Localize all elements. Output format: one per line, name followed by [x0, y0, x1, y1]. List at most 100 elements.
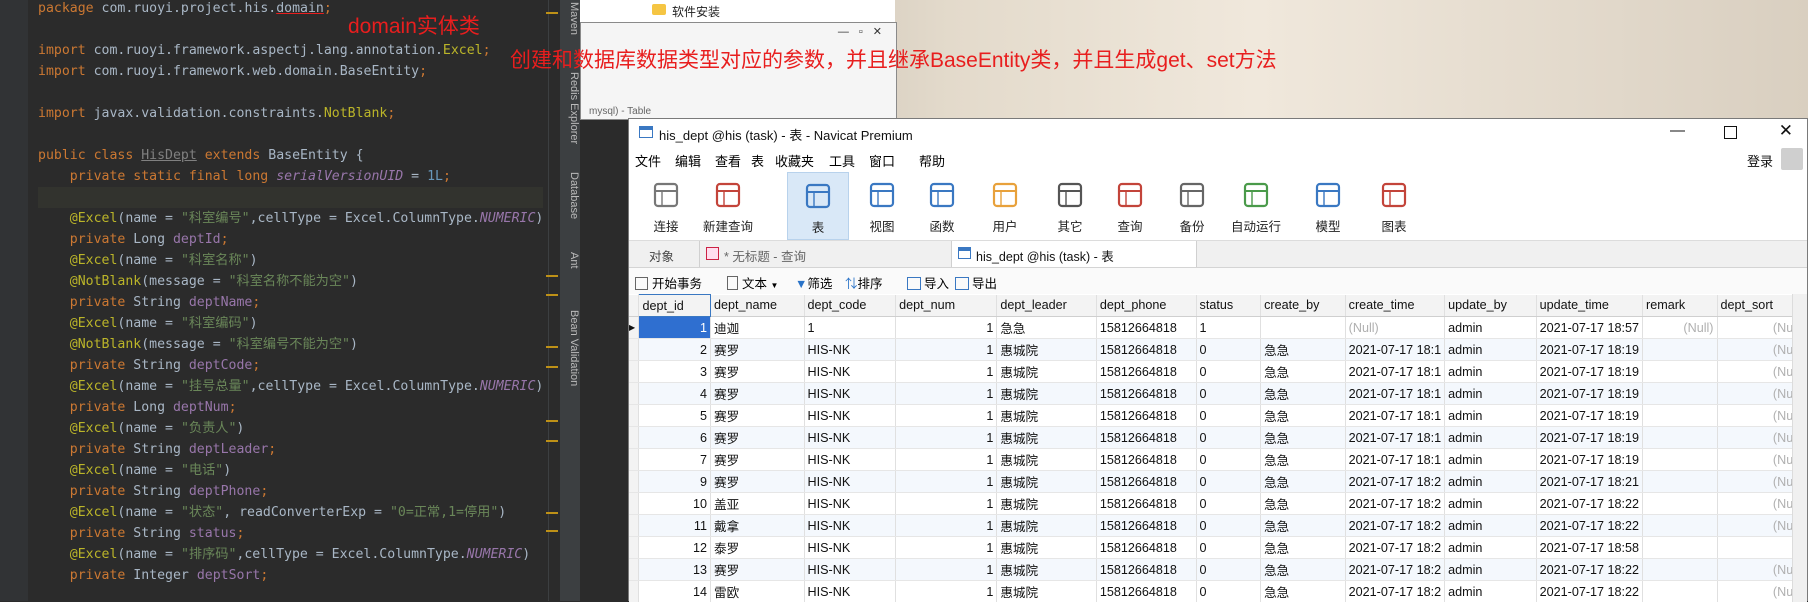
table-cell[interactable]: 0 — [1196, 339, 1261, 361]
table-cell[interactable]: 2021-07-17 18:2 — [1345, 559, 1444, 581]
menu-item[interactable]: 表 — [751, 151, 764, 170]
folder-item-label[interactable]: 软件安装 — [672, 3, 720, 20]
table-cell[interactable] — [1643, 493, 1717, 515]
table-cell[interactable]: 15812664818 — [1096, 493, 1196, 515]
table-row[interactable]: 14雷欧HIS-NK1惠城院158126648180急急2021-07-17 1… — [629, 581, 1807, 602]
table-cell[interactable]: HIS-NK — [804, 515, 896, 537]
column-header[interactable]: dept_phone — [1096, 295, 1196, 317]
avatar[interactable] — [1781, 148, 1803, 170]
table-cell[interactable]: 2021-07-17 18:2 — [1345, 515, 1444, 537]
text-button[interactable]: 文本 ▼ — [727, 273, 778, 292]
row-indicator[interactable] — [629, 537, 639, 559]
table-cell[interactable]: admin — [1445, 515, 1537, 537]
table-cell[interactable]: 1 — [896, 515, 997, 537]
table-cell[interactable]: 0 — [1196, 361, 1261, 383]
warning-marker[interactable] — [546, 275, 558, 277]
table-cell[interactable]: 1 — [896, 493, 997, 515]
table-cell[interactable]: 15812664818 — [1096, 427, 1196, 449]
code-line[interactable]: import com.ruoyi.framework.aspectj.lang.… — [38, 40, 543, 61]
import-button[interactable]: 导入 — [907, 273, 949, 292]
toolbar-button[interactable]: 连接 — [635, 172, 697, 240]
code-area[interactable]: package com.ruoyi.project.his.domain; im… — [38, 0, 543, 586]
row-indicator[interactable] — [629, 493, 639, 515]
table-row[interactable]: 9赛罗HIS-NK1惠城院158126648180急急2021-07-17 18… — [629, 471, 1807, 493]
table-row[interactable]: 10盖亚HIS-NK1惠城院158126648180急急2021-07-17 1… — [629, 493, 1807, 515]
table-cell[interactable]: admin — [1445, 339, 1537, 361]
table-cell[interactable]: 12 — [639, 537, 711, 559]
table-cell[interactable]: 惠城院 — [997, 581, 1097, 602]
table-cell[interactable]: 13 — [639, 559, 711, 581]
table-cell[interactable]: 15812664818 — [1096, 515, 1196, 537]
table-cell[interactable]: 1 — [896, 427, 997, 449]
column-header[interactable]: dept_name — [711, 295, 805, 317]
tab-his-dept-table[interactable]: his_dept @his (task) - 表 — [951, 241, 1197, 267]
table-cell[interactable]: 1 — [896, 537, 997, 559]
table-cell[interactable]: 0 — [1196, 515, 1261, 537]
table-cell[interactable]: (Null) — [1643, 317, 1717, 339]
table-cell[interactable] — [1643, 449, 1717, 471]
table-cell[interactable]: 惠城院 — [997, 537, 1097, 559]
table-cell[interactable]: 惠城院 — [997, 515, 1097, 537]
code-line[interactable]: @Excel(name = "电话") — [38, 460, 543, 481]
code-line[interactable]: @Excel(name = "负责人") — [38, 418, 543, 439]
code-line[interactable] — [38, 187, 543, 208]
table-row[interactable]: 13赛罗HIS-NK1惠城院158126648180急急2021-07-17 1… — [629, 559, 1807, 581]
row-indicator[interactable] — [629, 383, 639, 405]
table-cell[interactable]: 1 — [896, 339, 997, 361]
table-cell[interactable]: 10 — [639, 493, 711, 515]
table-cell[interactable]: admin — [1445, 581, 1537, 602]
table-cell[interactable]: 1 — [896, 405, 997, 427]
table-cell[interactable]: HIS-NK — [804, 361, 896, 383]
table-cell[interactable]: 惠城院 — [997, 339, 1097, 361]
table-cell[interactable]: 1 — [639, 317, 711, 339]
export-button[interactable]: 导出 — [955, 273, 997, 292]
row-indicator[interactable] — [629, 427, 639, 449]
table-cell[interactable]: HIS-NK — [804, 449, 896, 471]
code-line[interactable] — [38, 82, 543, 103]
code-line[interactable]: private String deptPhone; — [38, 481, 543, 502]
table-cell[interactable]: 惠城院 — [997, 493, 1097, 515]
table-cell[interactable]: 1 — [896, 449, 997, 471]
column-header[interactable]: remark — [1643, 295, 1717, 317]
table-cell[interactable]: 15812664818 — [1096, 339, 1196, 361]
table-cell[interactable]: HIS-NK — [804, 471, 896, 493]
table-cell[interactable]: HIS-NK — [804, 405, 896, 427]
table-cell[interactable]: 2021-07-17 18:21 — [1536, 471, 1642, 493]
table-cell[interactable]: 4 — [639, 383, 711, 405]
table-row[interactable]: 6赛罗HIS-NK1惠城院158126648180急急2021-07-17 18… — [629, 427, 1807, 449]
table-cell[interactable]: 0 — [1196, 383, 1261, 405]
table-cell[interactable]: 1 — [804, 317, 896, 339]
table-cell[interactable]: 惠城院 — [997, 405, 1097, 427]
table-cell[interactable]: 泰罗 — [711, 537, 805, 559]
warning-marker[interactable] — [546, 420, 558, 422]
toolbar-button[interactable]: 模型 — [1297, 172, 1359, 240]
table-cell[interactable]: 0 — [1196, 427, 1261, 449]
table-cell[interactable]: 2021-07-17 18:2 — [1345, 493, 1444, 515]
row-indicator[interactable]: ▶ — [629, 317, 639, 339]
row-indicator[interactable] — [629, 361, 639, 383]
table-cell[interactable]: 5 — [639, 405, 711, 427]
table-cell[interactable]: 2021-07-17 18:1 — [1345, 339, 1444, 361]
side-tab-ant[interactable]: Ant — [560, 252, 580, 269]
tab-objects[interactable]: 对象 — [649, 246, 674, 265]
menu-item[interactable]: 收藏夹 — [775, 151, 814, 170]
code-line[interactable]: @Excel(name = "挂号总量",cellType = Excel.Co… — [38, 376, 543, 397]
code-line[interactable]: @NotBlank(message = "科室名称不能为空") — [38, 271, 543, 292]
close-button[interactable]: ✕ — [1779, 121, 1793, 141]
table-cell[interactable]: 迪迦 — [711, 317, 805, 339]
table-cell[interactable]: HIS-NK — [804, 559, 896, 581]
side-tab-bean-validation[interactable]: Bean Validation — [560, 310, 580, 386]
table-cell[interactable]: 2021-07-17 18:57 — [1536, 317, 1642, 339]
table-cell[interactable]: 15812664818 — [1096, 449, 1196, 471]
table-cell[interactable]: admin — [1445, 317, 1537, 339]
table-cell[interactable]: admin — [1445, 471, 1537, 493]
table-cell[interactable]: 2021-07-17 18:19 — [1536, 383, 1642, 405]
row-indicator[interactable] — [629, 515, 639, 537]
column-header[interactable]: dept_leader — [997, 295, 1097, 317]
menu-item[interactable]: 帮助 — [919, 151, 945, 170]
table-cell[interactable]: 0 — [1196, 405, 1261, 427]
row-indicator[interactable] — [629, 449, 639, 471]
table-cell[interactable]: 7 — [639, 449, 711, 471]
tab-untitled-query[interactable]: * 无标题 - 查询 — [699, 241, 878, 267]
table-cell[interactable]: 急急 — [997, 317, 1097, 339]
